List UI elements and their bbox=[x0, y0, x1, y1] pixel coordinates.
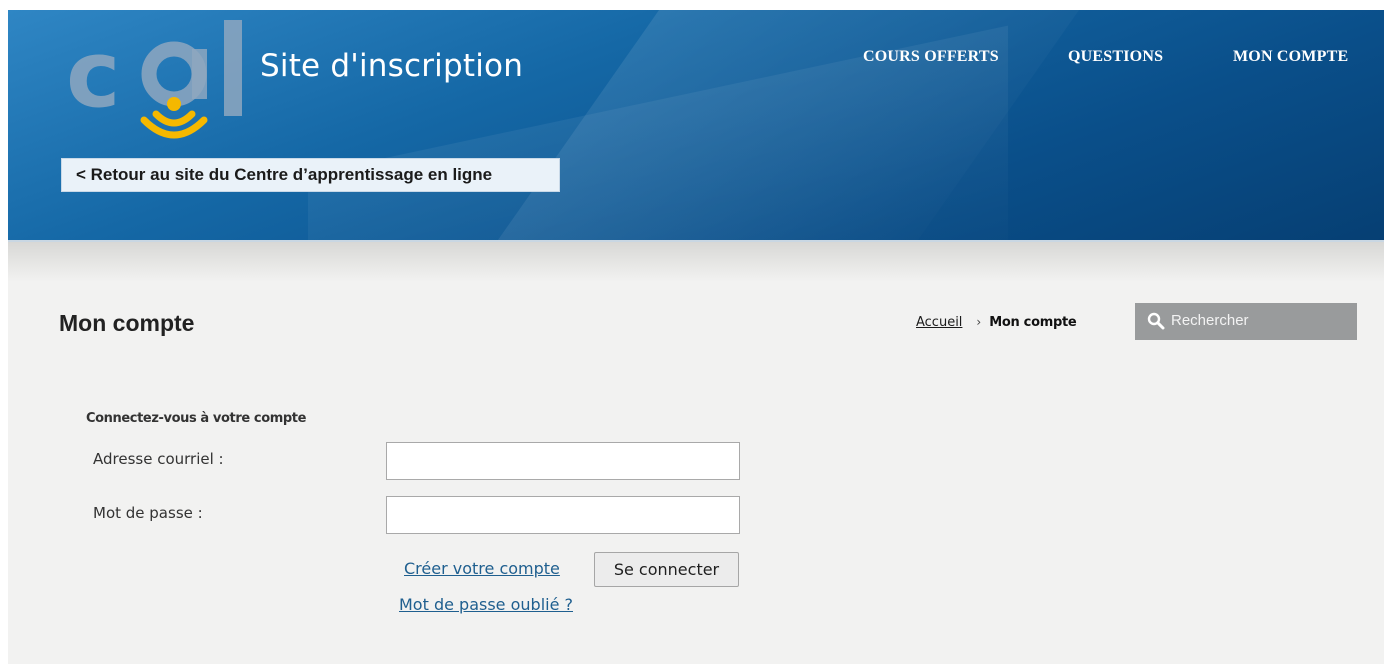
page: c Site d'inscription < Retour au site du… bbox=[8, 10, 1384, 664]
site-header: c Site d'inscription < Retour au site du… bbox=[8, 10, 1384, 242]
create-account-link[interactable]: Créer votre compte bbox=[404, 559, 560, 578]
search-placeholder: Rechercher bbox=[1171, 312, 1249, 329]
password-field[interactable] bbox=[386, 496, 740, 534]
search-icon bbox=[1147, 312, 1165, 330]
breadcrumb-home-link[interactable]: Accueil bbox=[916, 315, 962, 330]
email-field[interactable] bbox=[386, 442, 740, 480]
nav-mon-compte[interactable]: MON COMPTE bbox=[1233, 48, 1348, 66]
breadcrumb-current: Mon compte bbox=[989, 315, 1077, 330]
page-title: Mon compte bbox=[59, 310, 195, 336]
login-heading: Connectez-vous à votre compte bbox=[86, 411, 307, 426]
back-to-main-site-link[interactable]: < Retour au site du Centre d’apprentissa… bbox=[61, 158, 560, 192]
breadcrumb-separator: › bbox=[976, 315, 982, 329]
logo-text: c bbox=[66, 21, 115, 128]
forgot-password-link[interactable]: Mot de passe oublié ? bbox=[399, 595, 573, 614]
cal-logo[interactable]: c bbox=[64, 16, 254, 144]
login-button[interactable]: Se connecter bbox=[594, 552, 739, 587]
email-label: Adresse courriel : bbox=[93, 450, 224, 468]
password-label: Mot de passe : bbox=[93, 504, 203, 522]
breadcrumb: Accueil › Mon compte bbox=[916, 315, 1077, 330]
nav-cours-offerts[interactable]: COURS OFFERTS bbox=[863, 48, 999, 66]
header-shadow-band bbox=[8, 242, 1384, 282]
nav-questions[interactable]: QUESTIONS bbox=[1068, 48, 1163, 66]
site-title: Site d'inscription bbox=[260, 48, 524, 84]
search-box[interactable]: Rechercher bbox=[1135, 303, 1357, 340]
